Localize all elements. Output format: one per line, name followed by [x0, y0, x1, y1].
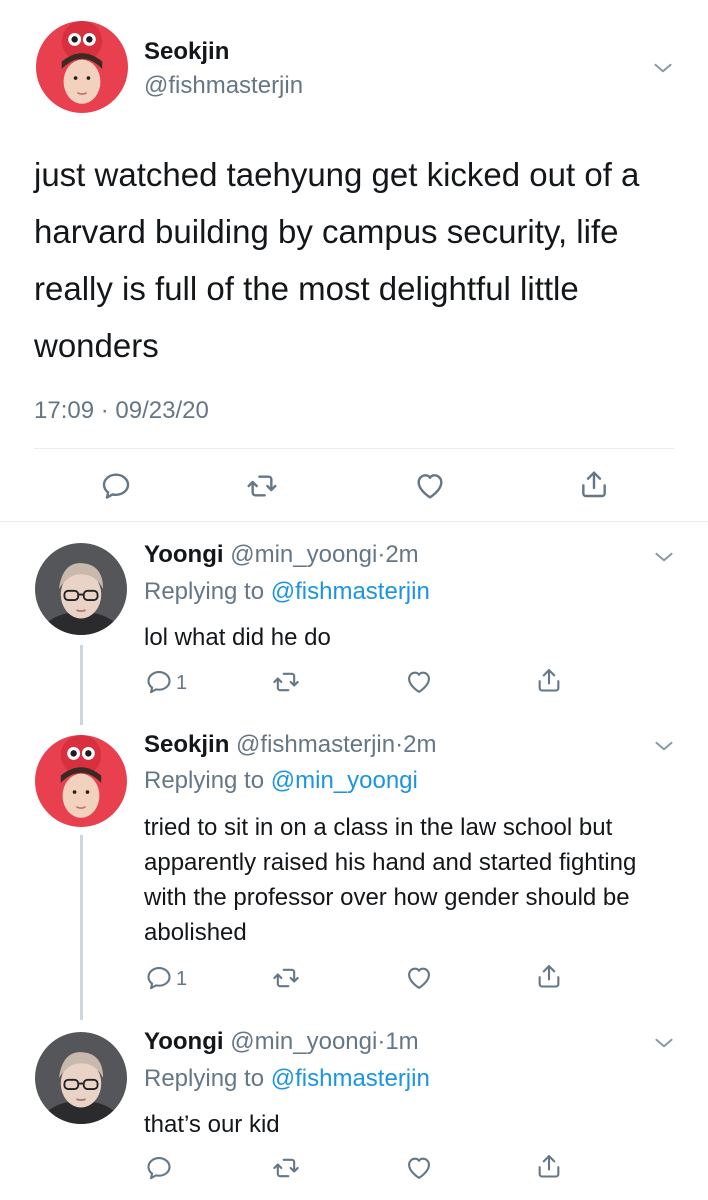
- like-icon[interactable]: [405, 668, 433, 696]
- replying-prefix: Replying to: [144, 1065, 271, 1092]
- replying-to-link[interactable]: @min_yoongi: [271, 767, 418, 794]
- reply-author-name[interactable]: Seokjin: [144, 731, 229, 758]
- share-icon[interactable]: [535, 666, 563, 694]
- chevron-down-icon[interactable]: [651, 733, 677, 759]
- reply-icon[interactable]: [100, 470, 132, 502]
- retweet-icon[interactable]: [272, 964, 300, 992]
- reply-text: tried to sit in on a class in the law sc…: [144, 814, 637, 946]
- reply-avatar[interactable]: [35, 543, 127, 635]
- reply-avatar[interactable]: [35, 735, 127, 827]
- replying-to: Replying to @fishmasterjin: [144, 578, 430, 606]
- avatar-image-icon: [36, 21, 128, 113]
- reply-text: that’s our kid: [144, 1111, 280, 1138]
- main-tweet-text: just watched taehyung get kicked out of …: [34, 156, 640, 364]
- reply-icon[interactable]: [145, 964, 173, 992]
- main-author-name[interactable]: Seokjin: [144, 38, 229, 66]
- thread-line: [80, 835, 83, 1020]
- avatar-image-icon: [35, 543, 127, 635]
- reply-time[interactable]: 2m: [403, 731, 436, 758]
- replying-prefix: Replying to: [144, 578, 271, 605]
- chevron-down-icon[interactable]: [651, 544, 677, 570]
- retweet-icon[interactable]: [246, 470, 278, 502]
- avatar-image-icon: [35, 735, 127, 827]
- replying-to-link[interactable]: @fishmasterjin: [271, 578, 430, 605]
- main-avatar[interactable]: [36, 21, 128, 113]
- replying-prefix: Replying to: [144, 767, 271, 794]
- reply-icon[interactable]: [145, 668, 173, 696]
- reply-text: lol what did he do: [144, 624, 331, 651]
- share-icon[interactable]: [535, 962, 563, 990]
- main-author-handle[interactable]: @fishmasterjin: [144, 72, 303, 100]
- main-timestamp: 17:09 · 09/23/20: [34, 397, 209, 424]
- replying-to: Replying to @min_yoongi: [144, 767, 418, 795]
- reply-author-handle[interactable]: @fishmasterjin: [236, 731, 395, 758]
- reply-icon[interactable]: [145, 1154, 173, 1182]
- replying-to-link[interactable]: @fishmasterjin: [271, 1065, 430, 1092]
- reply-header: Seokjin @fishmasterjin·2m: [144, 731, 436, 759]
- retweet-icon[interactable]: [272, 668, 300, 696]
- reply-count: 1: [176, 968, 188, 990]
- thread-line: [80, 645, 83, 725]
- reply-avatar[interactable]: [35, 1032, 127, 1124]
- retweet-icon[interactable]: [272, 1154, 300, 1182]
- divider: [34, 448, 674, 449]
- chevron-down-icon[interactable]: [651, 1030, 677, 1056]
- like-icon[interactable]: [405, 1154, 433, 1182]
- reply-time[interactable]: 2m: [385, 541, 418, 568]
- like-icon[interactable]: [405, 964, 433, 992]
- avatar-image-icon: [35, 1032, 127, 1124]
- reply-author-handle[interactable]: @min_yoongi: [230, 541, 377, 568]
- share-icon[interactable]: [535, 1152, 563, 1180]
- dot-separator: ·: [395, 731, 404, 758]
- chevron-down-icon[interactable]: [650, 55, 676, 81]
- reply-count: 1: [176, 672, 188, 694]
- share-icon[interactable]: [578, 468, 610, 500]
- reply-author-name[interactable]: Yoongi: [144, 1028, 224, 1055]
- reply-header: Yoongi @min_yoongi·1m: [144, 1028, 419, 1056]
- reply-time[interactable]: 1m: [385, 1028, 418, 1055]
- reply-author-name[interactable]: Yoongi: [144, 541, 224, 568]
- like-icon[interactable]: [414, 470, 446, 502]
- reply-header: Yoongi @min_yoongi·2m: [144, 541, 419, 569]
- reply-author-handle[interactable]: @min_yoongi: [230, 1028, 377, 1055]
- section-divider: [0, 521, 708, 522]
- replying-to: Replying to @fishmasterjin: [144, 1065, 430, 1093]
